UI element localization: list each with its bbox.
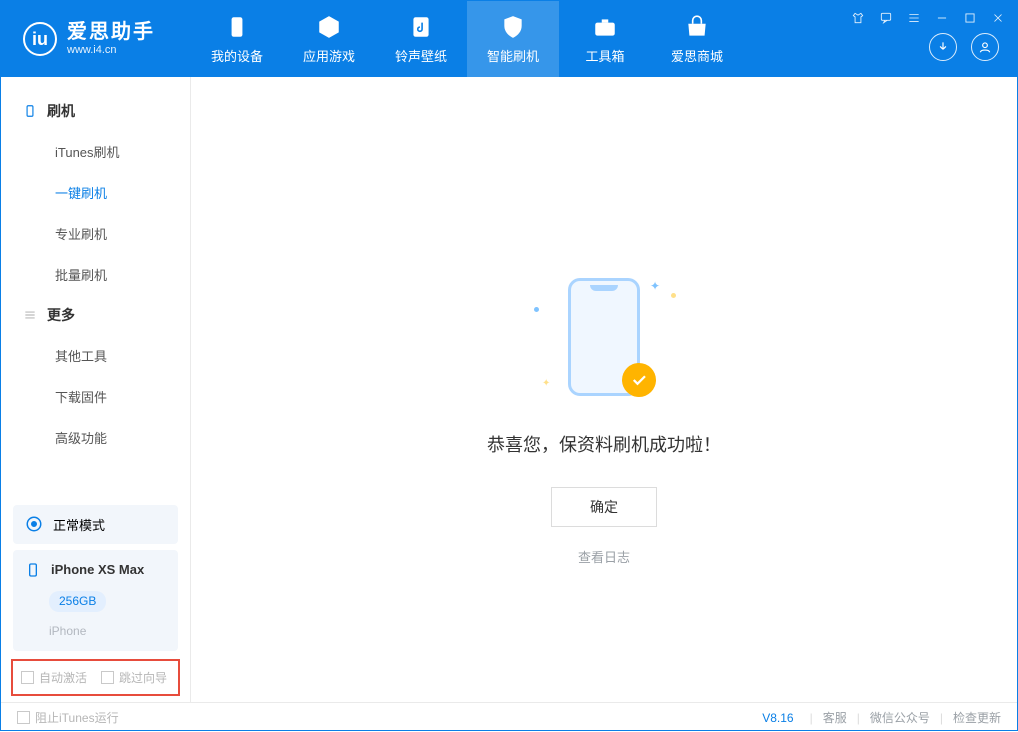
maximize-icon[interactable] <box>961 9 979 27</box>
sidebar-item-download-firmware[interactable]: 下载固件 <box>1 376 190 417</box>
device-icon <box>224 14 250 40</box>
decor-dot <box>534 307 539 312</box>
sidebar-item-pro-flash[interactable]: 专业刷机 <box>1 213 190 254</box>
mode-label: 正常模式 <box>53 515 105 534</box>
tab-smart-flash[interactable]: 智能刷机 <box>467 1 559 77</box>
sidebar-item-other-tools[interactable]: 其他工具 <box>1 335 190 376</box>
checkbox-box <box>21 671 34 684</box>
sidebar-item-batch-flash[interactable]: 批量刷机 <box>1 254 190 295</box>
menu-icon[interactable] <box>905 9 923 27</box>
shirt-icon[interactable] <box>849 9 867 27</box>
tab-toolbox[interactable]: 工具箱 <box>559 1 651 77</box>
support-link[interactable]: 客服 <box>823 709 847 726</box>
phone-icon <box>23 104 37 118</box>
logo-icon: iu <box>23 22 57 56</box>
sidebar-item-itunes-flash[interactable]: iTunes刷机 <box>1 131 190 172</box>
sidebar-bottom: 正常模式 iPhone XS Max 256GB iPhone 自动激活 跳过向… <box>1 499 190 702</box>
device-icon <box>25 562 41 578</box>
download-button[interactable] <box>929 33 957 61</box>
check-update-link[interactable]: 检查更新 <box>953 709 1001 726</box>
success-message: 恭喜您，保资料刷机成功啦！ <box>487 431 721 457</box>
tab-label: 爱思商城 <box>671 46 723 65</box>
sidebar: 刷机 iTunes刷机 一键刷机 专业刷机 批量刷机 更多 其他工具 下载固件 … <box>1 77 191 702</box>
device-name: iPhone XS Max <box>51 560 144 581</box>
separator: | <box>940 711 943 725</box>
tab-my-device[interactable]: 我的设备 <box>191 1 283 77</box>
tab-label: 智能刷机 <box>487 46 539 65</box>
tab-ringtone-wallpaper[interactable]: 铃声壁纸 <box>375 1 467 77</box>
wechat-link[interactable]: 微信公众号 <box>870 709 930 726</box>
device-mode-card[interactable]: 正常模式 <box>13 505 178 544</box>
checkbox-label: 阻止iTunes运行 <box>35 709 119 726</box>
ok-button[interactable]: 确定 <box>551 487 657 527</box>
check-badge-icon <box>622 363 656 397</box>
tab-label: 工具箱 <box>585 46 624 65</box>
sidebar-group-flash: 刷机 <box>1 91 190 131</box>
footer: 阻止iTunes运行 V8.16 | 客服 | 微信公众号 | 检查更新 <box>1 702 1017 732</box>
body: 刷机 iTunes刷机 一键刷机 专业刷机 批量刷机 更多 其他工具 下载固件 … <box>1 77 1017 702</box>
cube-icon <box>316 14 342 40</box>
tab-label: 应用游戏 <box>303 46 355 65</box>
decor-dot <box>671 293 676 298</box>
tab-label: 我的设备 <box>211 46 263 65</box>
separator: | <box>857 711 860 725</box>
view-log-link[interactable]: 查看日志 <box>578 547 630 566</box>
checkbox-label: 自动激活 <box>39 669 87 686</box>
checkbox-skip-guide[interactable]: 跳过向导 <box>101 669 167 686</box>
feedback-icon[interactable] <box>877 9 895 27</box>
window-controls <box>849 9 1007 27</box>
app-title: 爱思助手 <box>67 21 155 44</box>
sidebar-item-onekey-flash[interactable]: 一键刷机 <box>1 172 190 213</box>
toolbox-icon <box>592 14 618 40</box>
version-label: V8.16 <box>762 711 793 725</box>
separator: | <box>810 711 813 725</box>
list-icon <box>23 308 37 322</box>
mode-icon <box>25 515 43 533</box>
highlight-checkbox-row: 自动激活 跳过向导 <box>11 659 180 696</box>
group-title-text: 更多 <box>47 305 75 325</box>
store-icon <box>684 14 710 40</box>
app-subtitle: www.i4.cn <box>67 44 155 57</box>
main-content: ✦ ✦ 恭喜您，保资料刷机成功啦！ 确定 查看日志 <box>191 77 1017 702</box>
group-title-text: 刷机 <box>47 101 75 121</box>
checkbox-box <box>101 671 114 684</box>
sidebar-group-more: 更多 <box>1 295 190 335</box>
music-icon <box>408 14 434 40</box>
minimize-icon[interactable] <box>933 9 951 27</box>
user-button[interactable] <box>971 33 999 61</box>
device-card[interactable]: iPhone XS Max 256GB iPhone <box>13 550 178 651</box>
device-type: iPhone <box>49 622 166 641</box>
header: iu 爱思助手 www.i4.cn 我的设备 应用游戏 铃声壁纸 智能刷机 工具… <box>1 1 1017 77</box>
footer-right: V8.16 | 客服 | 微信公众号 | 检查更新 <box>762 709 1001 726</box>
sparkle-icon: ✦ <box>542 378 550 389</box>
shield-icon <box>500 14 526 40</box>
success-illustration: ✦ ✦ <box>524 267 684 407</box>
tab-apps-games[interactable]: 应用游戏 <box>283 1 375 77</box>
sparkle-icon: ✦ <box>650 279 660 293</box>
checkbox-label: 跳过向导 <box>119 669 167 686</box>
close-icon[interactable] <box>989 9 1007 27</box>
logo[interactable]: iu 爱思助手 www.i4.cn <box>1 1 191 77</box>
device-storage-badge: 256GB <box>49 591 106 612</box>
sidebar-item-advanced[interactable]: 高级功能 <box>1 417 190 458</box>
tab-store[interactable]: 爱思商城 <box>651 1 743 77</box>
checkbox-block-itunes[interactable]: 阻止iTunes运行 <box>17 709 119 726</box>
checkbox-box <box>17 711 30 724</box>
nav-tabs: 我的设备 应用游戏 铃声壁纸 智能刷机 工具箱 爱思商城 <box>191 1 743 77</box>
tab-label: 铃声壁纸 <box>395 46 447 65</box>
logo-text: 爱思助手 www.i4.cn <box>67 21 155 57</box>
checkbox-auto-activate[interactable]: 自动激活 <box>21 669 87 686</box>
header-right-buttons <box>929 33 999 61</box>
